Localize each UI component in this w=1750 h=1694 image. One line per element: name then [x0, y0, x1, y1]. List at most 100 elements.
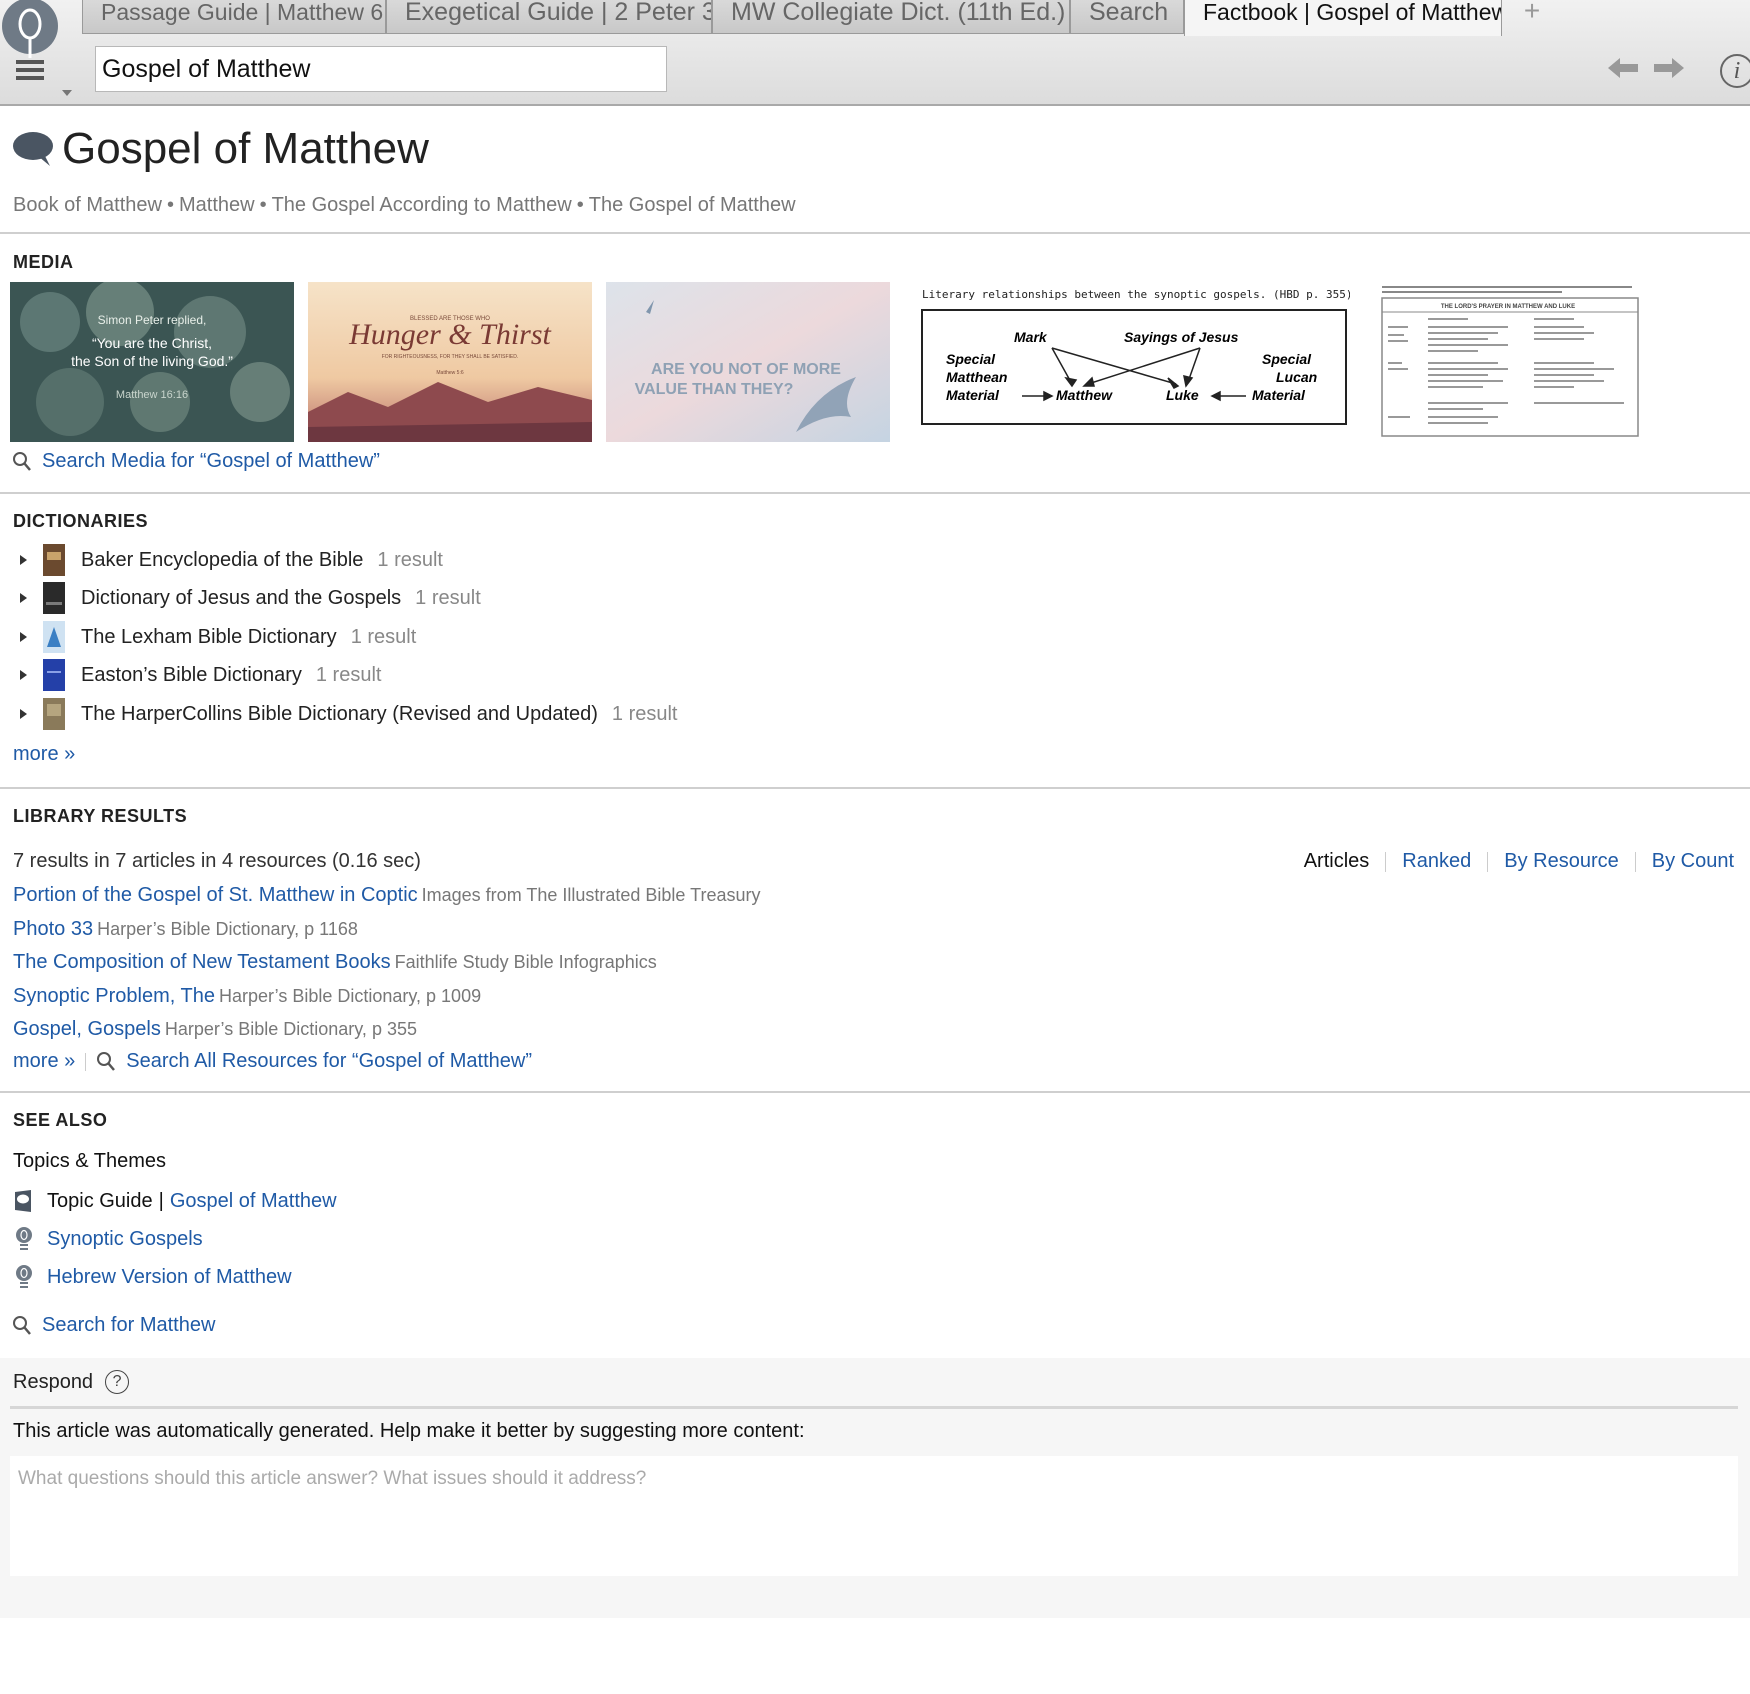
library-result[interactable]: Portion of the Gospel of St. Matthew in …: [13, 884, 760, 907]
dictionary-count: 1 result: [315, 663, 382, 686]
search-media-link[interactable]: Search Media for “Gospel of Matthew”: [12, 450, 380, 473]
expand-triangle-icon[interactable]: [20, 632, 27, 642]
book-cover-icon: [43, 544, 65, 576]
dictionary-count: 1 result: [415, 586, 481, 609]
library-result-title[interactable]: Portion of the Gospel of St. Matthew in …: [13, 884, 418, 906]
thumb-text: Simon Peter replied,: [98, 313, 207, 327]
diagram-caption: Literary relationships between the synop…: [922, 288, 1350, 301]
search-matthew-link[interactable]: Search for Matthew: [12, 1314, 215, 1337]
see-also-link[interactable]: Synoptic Gospels: [47, 1228, 203, 1251]
sort-separator: [1385, 851, 1387, 872]
lightbulb-app-icon[interactable]: [0, 0, 80, 104]
search-all-resources-link[interactable]: Search All Resources for “Gospel of Matt…: [126, 1050, 532, 1073]
dictionary-title: Dictionary of Jesus and the Gospels: [81, 586, 402, 609]
dictionary-item[interactable]: The HarperCollins Bible Dictionary (Revi…: [20, 698, 678, 730]
tab-passage-guide[interactable]: Passage Guide | Matthew 6:1–4: [82, 0, 386, 34]
book-cover-icon: [43, 621, 65, 653]
media-thumb-value[interactable]: ARE YOU NOT OF MORE VALUE THAN THEY?: [606, 282, 890, 442]
alias-separator: •: [259, 194, 267, 216]
diagram-label: Matthean: [946, 369, 1007, 385]
topic-guide-prefix: Topic Guide: [47, 1189, 153, 1212]
topic-guide-row[interactable]: Topic Guide | Gospel of Matthew: [13, 1188, 337, 1214]
title-row: Gospel of Matthew: [12, 124, 429, 174]
info-icon[interactable]: i: [1720, 54, 1750, 88]
media-thumb-hunger-thirst[interactable]: BLESSED ARE THOSE WHO Hunger & Thirst FO…: [308, 282, 592, 442]
speech-bubble-icon: [13, 132, 53, 166]
sort-by-count[interactable]: By Count: [1652, 850, 1734, 873]
media-thumb-lords-prayer[interactable]: THE LORD'S PRAYER IN MATTHEW AND LUKE: [1380, 282, 1640, 442]
see-also-heading: SEE ALSO: [13, 1110, 108, 1130]
diagram-label: Material: [946, 387, 1000, 403]
tab-search[interactable]: Search: [1070, 0, 1184, 34]
feedback-textarea[interactable]: [10, 1456, 1738, 1576]
see-also-item[interactable]: Hebrew Version of Matthew: [13, 1264, 292, 1290]
dictionary-title: The Lexham Bible Dictionary: [81, 625, 337, 648]
sort-options: Articles Ranked By Resource By Count: [1304, 850, 1734, 873]
forward-arrow-icon[interactable]: [1652, 54, 1686, 82]
tab-strip: Passage Guide | Matthew 6:1–4 Exegetical…: [82, 0, 1562, 36]
respond-message: This article was automatically generated…: [13, 1420, 805, 1442]
see-also-item[interactable]: Synoptic Gospels: [13, 1226, 203, 1252]
library-result[interactable]: The Composition of New Testament Books Fa…: [13, 951, 657, 974]
alias-separator: •: [576, 194, 584, 216]
library-result[interactable]: Gospel, Gospels Harper’s Bible Dictionary…: [13, 1018, 417, 1041]
topic-guide-link[interactable]: Gospel of Matthew: [170, 1190, 337, 1213]
respond-panel: Respond ? This article was automatically…: [0, 1358, 1750, 1618]
dictionary-title: The HarperCollins Bible Dictionary (Revi…: [81, 702, 598, 725]
sort-articles[interactable]: Articles: [1304, 850, 1370, 873]
library-result[interactable]: Photo 33 Harper’s Bible Dictionary, p 116…: [13, 918, 358, 941]
diagram-label: Special: [1262, 351, 1312, 367]
see-also-link[interactable]: Hebrew Version of Matthew: [47, 1266, 292, 1289]
divider: [0, 787, 1750, 789]
library-result-title[interactable]: Gospel, Gospels: [13, 1018, 161, 1040]
tab-factbook[interactable]: Factbook | Gospel of Matthew ✕: [1184, 0, 1502, 36]
search-matthew-label: Search for Matthew: [42, 1314, 216, 1336]
back-arrow-icon[interactable]: [1606, 54, 1640, 82]
media-thumb-synoptic-diagram[interactable]: Literary relationships between the synop…: [918, 282, 1350, 442]
tab-exegetical-guide[interactable]: Exegetical Guide | 2 Peter 3: [386, 0, 712, 34]
dictionary-item[interactable]: Dictionary of Jesus and the Gospels 1 re…: [20, 582, 481, 614]
library-result-title[interactable]: The Composition of New Testament Books: [13, 951, 391, 973]
sort-separator: [1634, 851, 1636, 872]
dictionary-item[interactable]: Easton’s Bible Dictionary 1 result: [20, 659, 381, 691]
dictionary-item[interactable]: The Lexham Bible Dictionary 1 result: [20, 621, 416, 653]
diagram-label: Mark: [1014, 329, 1048, 345]
expand-triangle-icon[interactable]: [20, 593, 27, 603]
diagram-label: Sayings of Jesus: [1124, 329, 1239, 345]
search-icon: [97, 1051, 116, 1071]
library-result-source: Harper’s Bible Dictionary, p 1009: [218, 986, 482, 1006]
library-result-title[interactable]: Photo 33: [13, 918, 93, 940]
search-media-label: Search Media for “Gospel of Matthew”: [42, 450, 380, 472]
alias: Matthew: [178, 194, 255, 216]
expand-triangle-icon[interactable]: [20, 709, 27, 719]
diagram-label: Material: [1252, 387, 1306, 403]
thumb-text: Matthew 16:16: [116, 389, 188, 401]
topic-guide-icon: [15, 1190, 31, 1212]
expand-triangle-icon[interactable]: [20, 670, 27, 680]
dictionary-count: 1 result: [611, 702, 678, 725]
library-result-title[interactable]: Synoptic Problem, The: [13, 985, 215, 1007]
dictionary-item[interactable]: Baker Encyclopedia of the Bible 1 result: [20, 544, 443, 576]
dictionaries-more-link[interactable]: more »: [13, 743, 75, 766]
sort-by-resource[interactable]: By Resource: [1504, 850, 1619, 873]
lightbulb-icon: [16, 1265, 32, 1288]
sort-ranked[interactable]: Ranked: [1402, 850, 1471, 873]
search-icon: [13, 1315, 31, 1335]
alias: Book of Matthew: [13, 194, 162, 216]
topic-guide-separator: |: [158, 1189, 164, 1212]
thumb-text: the Son of the living God.”: [71, 353, 233, 369]
library-result[interactable]: Synoptic Problem, The Harper’s Bible Dict…: [13, 985, 481, 1008]
thumb-text: Matthew 5:6: [436, 370, 463, 376]
media-thumb-christ[interactable]: Simon Peter replied, “You are the Christ…: [10, 282, 294, 442]
diagram-label: Lucan: [1276, 369, 1317, 385]
factbook-search-input[interactable]: Gospel of Matthew: [95, 46, 667, 92]
tab-mw-collegiate[interactable]: MW Collegiate Dict. (11th Ed.): [712, 0, 1070, 34]
help-icon[interactable]: ?: [105, 1370, 130, 1394]
expand-triangle-icon[interactable]: [20, 555, 27, 565]
thumb-text: ARE YOU NOT OF MORE: [651, 361, 841, 378]
divider: [10, 1406, 1738, 1409]
library-more-link[interactable]: more »: [13, 1050, 75, 1073]
library-summary: 7 results in 7 articles in 4 resources (…: [13, 850, 421, 872]
add-tab-button[interactable]: +: [1502, 0, 1562, 34]
dictionaries-heading: DICTIONARIES: [13, 511, 149, 531]
